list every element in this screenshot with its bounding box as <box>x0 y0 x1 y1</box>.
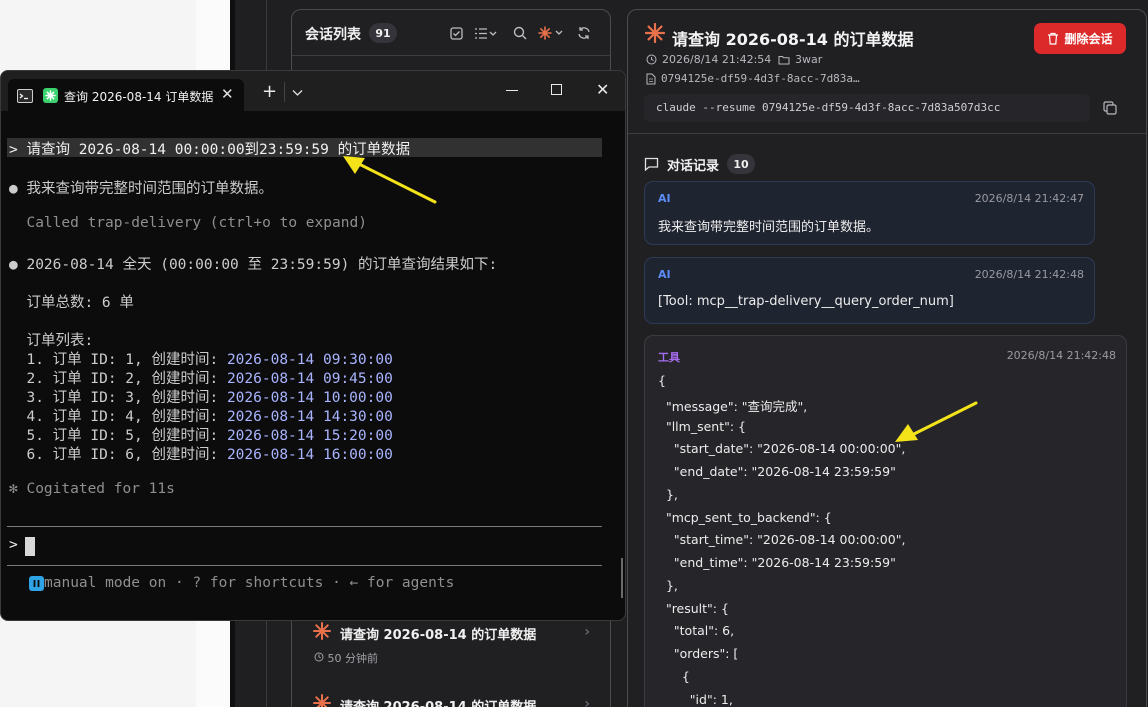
json-line: "mcp_sent_to_backend": { <box>658 510 832 525</box>
message-role: AI <box>658 268 671 281</box>
terminal-app-icon <box>17 88 33 107</box>
json-line: { <box>658 373 666 388</box>
clock-icon <box>314 652 324 662</box>
file-icon <box>646 73 656 84</box>
message-time: 2026/8/14 21:42:47 <box>974 192 1084 205</box>
json-line: "start_date": "2026-08-14 00:00:00", <box>658 441 906 456</box>
refresh-icon[interactable] <box>577 24 591 42</box>
assistant-reply: ● 我来查询带完整时间范围的订单数据。 <box>9 181 273 197</box>
claude-spark-icon <box>313 622 331 644</box>
terminal-output: > 请查询 2026-08-14 00:00:00到23:59:59 的订单数据… <box>1 111 625 620</box>
message-role: AI <box>658 192 671 205</box>
conversation-header: 对话记录 10 <box>644 154 756 174</box>
close-window-icon[interactable]: ✕ <box>596 80 609 99</box>
text-cursor[interactable] <box>25 537 35 556</box>
close-tab-icon[interactable]: ✕ <box>221 85 234 103</box>
maximize-icon[interactable] <box>551 84 562 95</box>
annotation-arrow <box>895 401 978 442</box>
json-line: { <box>658 669 690 684</box>
session-title: 请查询 2026-08-14 的订单数据 <box>340 628 537 643</box>
filter-claude-icon[interactable] <box>537 24 565 42</box>
assistant-reply: ● 2026-08-14 全天 (00:00:00 至 23:59:59) 的订… <box>9 257 498 273</box>
message-text: 我来查询带完整时间范围的订单数据。 <box>658 220 880 235</box>
session-folder: 3war <box>778 53 822 66</box>
order-total: 订单总数: 6 单 <box>9 295 134 311</box>
json-line: "end_date": "2026-08-14 23:59:59" <box>658 464 896 479</box>
order-row: 5. 订单 ID: 5, 创建时间: 2026-08-14 15:20:00 <box>9 428 393 444</box>
pause-icon <box>29 576 44 591</box>
session-count-badge: 91 <box>369 23 397 43</box>
order-list-header: 订单列表: <box>9 333 94 349</box>
json-line: "id": 1, <box>658 692 733 707</box>
resume-command: claude --resume 0794125e-df59-4d3f-8acc-… <box>644 94 1090 122</box>
session-time: 50 分钟前 <box>314 650 378 666</box>
session-detail-title: 请查询 2026-08-14 的订单数据 <box>672 30 914 49</box>
copy-icon[interactable] <box>1103 100 1117 119</box>
status-line: ✻ Cogitated for 11s <box>9 481 175 497</box>
divider <box>284 82 285 102</box>
tool-message: 工具 2026/8/14 21:42:48 { "message": "查询完成… <box>644 335 1127 707</box>
json-line: "total": 6, <box>658 623 735 638</box>
claude-spark-icon <box>313 694 331 707</box>
new-tab-icon[interactable]: + <box>262 81 277 102</box>
terminal-window: 查询 2026-08-14 订单数据 ✕ + ✕ > 请查询 2026-08-1… <box>0 70 626 621</box>
search-icon[interactable] <box>513 24 527 42</box>
claude-spark-icon <box>644 22 666 47</box>
json-line: "end_time": "2026-08-14 23:59:59" <box>658 555 896 570</box>
json-line: }, <box>658 487 678 502</box>
json-line: "orders": [ <box>658 646 739 661</box>
message-time: 2026/8/14 21:42:48 <box>1006 349 1116 362</box>
order-row: 6. 订单 ID: 6, 创建时间: 2026-08-14 16:00:00 <box>9 447 393 463</box>
chevron-right-icon: › <box>584 696 590 707</box>
order-row: 4. 订单 ID: 4, 创建时间: 2026-08-14 14:30:00 <box>9 409 393 425</box>
screen: 会话列表 91 请查询 2026-08-14 的订单数据 › 50 分钟前 › … <box>0 0 1148 707</box>
mode-footer: manual mode on · ? for shortcuts · ← for… <box>44 575 455 591</box>
chat-icon <box>644 157 659 171</box>
scrollbar[interactable] <box>621 558 623 598</box>
divider <box>628 133 1146 134</box>
divider <box>7 565 602 566</box>
claude-tab-icon <box>43 88 58 103</box>
order-row: 1. 订单 ID: 1, 创建时间: 2026-08-14 09:30:00 <box>9 352 393 368</box>
session-id: 0794125e-df59-4d3f-8acc-7d83a… <box>646 72 860 85</box>
session-title: 请查询 2026-08-14 的订单数据 <box>340 696 536 707</box>
terminal-tab[interactable]: 查询 2026-08-14 订单数据 ✕ <box>8 79 244 111</box>
session-detail-panel: 请查询 2026-08-14 的订单数据 删除会话 2026/8/14 21:4… <box>627 9 1147 707</box>
tool-call-line: Called trap-delivery (ctrl+o to expand) <box>9 215 367 231</box>
input-prompt: > <box>9 537 18 553</box>
json-line: "message": "查询完成", <box>658 399 808 414</box>
session-list-title: 会话列表 <box>305 27 361 43</box>
json-line: "start_time": "2026-08-14 00:00:00", <box>658 532 906 547</box>
delete-session-button[interactable]: 删除会话 <box>1034 23 1126 54</box>
message-text: [Tool: mcp__trap-delivery__query_order_n… <box>658 294 954 309</box>
ai-message: AI 2026/8/14 21:42:48 [Tool: mcp__trap-d… <box>644 257 1095 324</box>
message-role: 工具 <box>658 351 680 364</box>
session-datetime: 2026/8/14 21:42:54 <box>646 53 771 66</box>
message-time: 2026/8/14 21:42:48 <box>974 268 1084 281</box>
divider <box>7 526 602 527</box>
select-checkbox-icon[interactable] <box>450 24 463 42</box>
chevron-down-icon[interactable] <box>292 85 303 101</box>
chevron-right-icon: › <box>584 624 590 640</box>
terminal-titlebar: 查询 2026-08-14 订单数据 ✕ + ✕ <box>1 71 625 111</box>
annotation-arrow <box>343 156 437 204</box>
order-row: 2. 订单 ID: 2, 创建时间: 2026-08-14 09:45:00 <box>9 371 393 387</box>
folder-icon <box>778 55 790 64</box>
ai-message: AI 2026/8/14 21:42:47 我来查询带完整时间范围的订单数据。 <box>644 181 1095 245</box>
json-line: "llm_sent": { <box>658 419 746 434</box>
order-row: 3. 订单 ID: 3, 创建时间: 2026-08-14 10:00:00 <box>9 390 393 406</box>
json-line: }, <box>658 578 678 593</box>
conversation-count-badge: 10 <box>727 154 756 174</box>
trash-icon <box>1048 32 1059 45</box>
json-line: "result": { <box>658 601 729 616</box>
list-view-icon[interactable] <box>474 24 498 42</box>
minimize-icon[interactable] <box>506 90 518 91</box>
session-list-header: 会话列表 91 <box>292 10 610 56</box>
clock-icon <box>646 54 657 65</box>
terminal-tab-title: 查询 2026-08-14 订单数据 <box>64 90 214 104</box>
